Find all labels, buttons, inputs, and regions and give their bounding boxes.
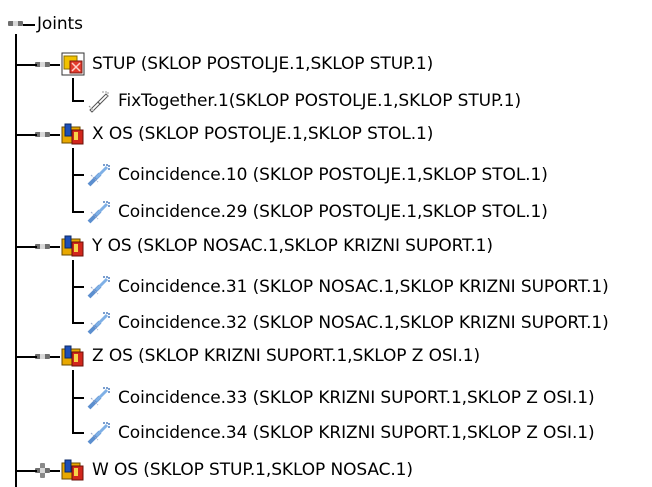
tree-node-joints[interactable]: Joints — [35, 9, 85, 39]
coincidence-constraint-icon — [86, 274, 112, 300]
coincidence-constraint-icon — [86, 420, 112, 446]
constraint-label: Coincidence.34 (SKLOP KRIZNI SUPORT.1,SK… — [118, 423, 595, 443]
constraint-coincidence-29[interactable]: Coincidence.29 (SKLOP POSTOLJE.1,SKLOP S… — [86, 197, 550, 227]
collapse-z-os-icon[interactable] — [35, 349, 50, 364]
joint-y-os[interactable]: Y OS (SKLOP NOSAC.1,SKLOP KRIZNI SUPORT.… — [60, 231, 495, 261]
collapse-y-os-icon[interactable] — [35, 239, 50, 254]
fix-together-icon — [86, 88, 112, 114]
expand-w-os-icon[interactable] — [35, 463, 50, 478]
coincidence-constraint-icon — [86, 310, 112, 336]
joint-label: Y OS (SKLOP NOSAC.1,SKLOP KRIZNI SUPORT.… — [92, 236, 493, 256]
constraint-coincidence-33[interactable]: Coincidence.33 (SKLOP KRIZNI SUPORT.1,SK… — [86, 383, 597, 413]
rigid-joint-icon — [60, 51, 86, 77]
constraint-label: Coincidence.29 (SKLOP POSTOLJE.1,SKLOP S… — [118, 202, 548, 222]
joint-w-os[interactable]: W OS (SKLOP STUP.1,SKLOP NOSAC.1) — [60, 455, 415, 485]
coincidence-constraint-icon — [86, 199, 112, 225]
constraint-coincidence-10[interactable]: Coincidence.10 (SKLOP POSTOLJE.1,SKLOP S… — [86, 160, 550, 190]
constraint-label: FixTogether.1(SKLOP POSTOLJE.1,SKLOP STU… — [118, 91, 522, 111]
constraint-label: Coincidence.33 (SKLOP KRIZNI SUPORT.1,SK… — [118, 388, 595, 408]
joints-label: Joints — [37, 14, 83, 34]
constraint-label: Coincidence.32 (SKLOP NOSAC.1,SKLOP KRIZ… — [118, 313, 609, 333]
joint-x-os[interactable]: X OS (SKLOP POSTOLJE.1,SKLOP STOL.1) — [60, 119, 435, 149]
coincidence-constraint-icon — [86, 162, 112, 188]
constraint-coincidence-31[interactable]: Coincidence.31 (SKLOP NOSAC.1,SKLOP KRIZ… — [86, 272, 611, 302]
collapse-joints-icon[interactable] — [8, 16, 23, 31]
coincidence-constraint-icon — [86, 385, 112, 411]
prismatic-joint-icon — [60, 233, 86, 259]
joint-label: STUP (SKLOP POSTOLJE.1,SKLOP STUP.1) — [92, 54, 434, 74]
constraint-coincidence-34[interactable]: Coincidence.34 (SKLOP KRIZNI SUPORT.1,SK… — [86, 418, 597, 448]
joint-label: W OS (SKLOP STUP.1,SKLOP NOSAC.1) — [92, 460, 413, 480]
prismatic-joint-icon — [60, 457, 86, 483]
constraint-fixtogether-1[interactable]: FixTogether.1(SKLOP POSTOLJE.1,SKLOP STU… — [86, 86, 523, 116]
joint-stup[interactable]: STUP (SKLOP POSTOLJE.1,SKLOP STUP.1) — [60, 49, 435, 79]
prismatic-joint-icon — [60, 343, 86, 369]
joint-label: Z OS (SKLOP KRIZNI SUPORT.1,SKLOP Z OSI.… — [92, 346, 481, 366]
collapse-x-os-icon[interactable] — [35, 127, 50, 142]
specification-tree: Joints STUP (SKLOP POSTOLJE.1,SKLOP STUP… — [0, 0, 652, 487]
joint-label: X OS (SKLOP POSTOLJE.1,SKLOP STOL.1) — [92, 124, 434, 144]
tree-trunk-line — [15, 34, 17, 487]
joint-z-os[interactable]: Z OS (SKLOP KRIZNI SUPORT.1,SKLOP Z OSI.… — [60, 341, 482, 371]
constraint-coincidence-32[interactable]: Coincidence.32 (SKLOP NOSAC.1,SKLOP KRIZ… — [86, 308, 611, 338]
collapse-stup-icon[interactable] — [35, 57, 50, 72]
prismatic-joint-icon — [60, 121, 86, 147]
constraint-label: Coincidence.10 (SKLOP POSTOLJE.1,SKLOP S… — [118, 165, 548, 185]
constraint-label: Coincidence.31 (SKLOP NOSAC.1,SKLOP KRIZ… — [118, 277, 609, 297]
